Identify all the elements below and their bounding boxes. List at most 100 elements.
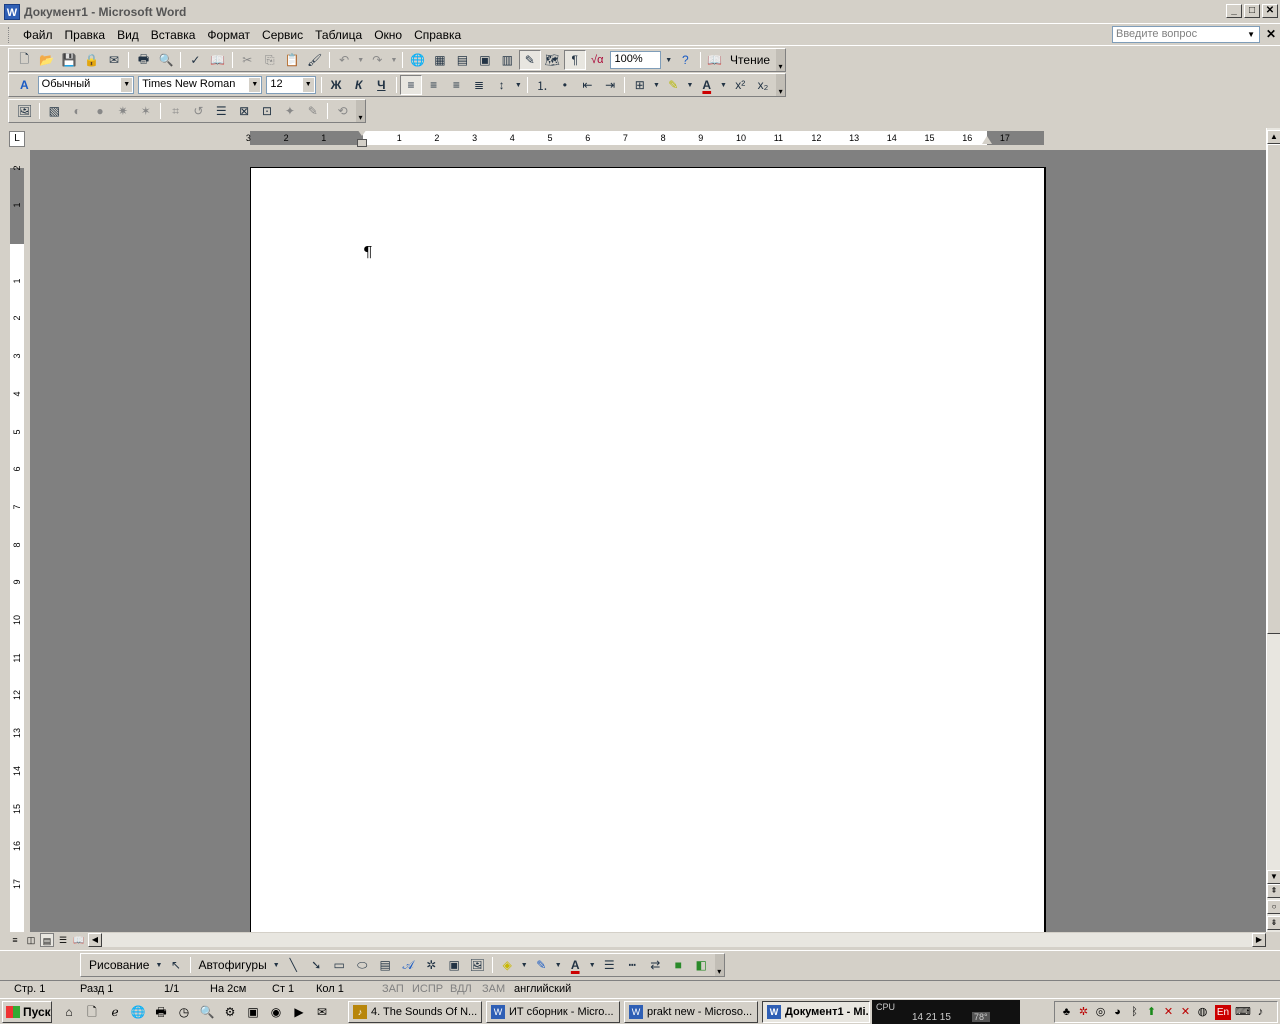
- undo-dropdown-icon[interactable]: ▼: [356, 50, 366, 70]
- color-icon[interactable]: ▧: [43, 101, 65, 121]
- next-page-icon[interactable]: ⇟: [1267, 916, 1280, 930]
- help-icon[interactable]: ?: [675, 50, 696, 70]
- format-picture-icon[interactable]: ✦: [279, 101, 301, 121]
- insert-picture-icon[interactable]: 🖼: [466, 955, 488, 975]
- rectangle-icon[interactable]: ▭: [328, 955, 350, 975]
- reading-layout-button[interactable]: Чтение: [726, 53, 774, 67]
- taskbar-item[interactable]: W prakt new - Microso...: [624, 1001, 758, 1023]
- ask-question-input[interactable]: Введите вопрос ▼: [1112, 26, 1260, 43]
- draw-menu-button[interactable]: Рисование: [85, 958, 153, 972]
- insert-excel-icon[interactable]: ▣: [474, 50, 495, 70]
- superscript-button[interactable]: x²: [729, 75, 751, 95]
- dash-style-icon[interactable]: ┅: [621, 955, 643, 975]
- columns-icon[interactable]: ▥: [497, 50, 518, 70]
- quicklaunch-search-icon[interactable]: 🔍: [198, 1003, 216, 1021]
- spelling-icon[interactable]: ✓: [185, 50, 206, 70]
- status-trk[interactable]: ИСПР: [408, 983, 447, 995]
- reading-layout-icon[interactable]: 📖: [704, 50, 725, 70]
- scroll-up-icon[interactable]: ▲: [1267, 130, 1280, 144]
- font-color-icon[interactable]: A: [564, 955, 586, 975]
- equation-icon[interactable]: √α: [587, 50, 608, 70]
- tray-connection-icon[interactable]: ✕: [1161, 1005, 1176, 1020]
- less-brightness-icon[interactable]: ✶: [135, 101, 157, 121]
- tray-keyboard-icon[interactable]: ⌨: [1235, 1005, 1251, 1020]
- tray-speaker-icon[interactable]: ♪: [1253, 1005, 1268, 1020]
- reading-view-icon[interactable]: 📖: [72, 933, 86, 947]
- vertical-scrollbar[interactable]: ▲ ▼ ⇞ ○ ⇟: [1266, 128, 1280, 932]
- taskbar-item[interactable]: ♪ 4. The Sounds Of N...: [348, 1001, 482, 1023]
- toolbar-options-icon[interactable]: ▾: [776, 49, 785, 71]
- font-size-select[interactable]: 12 ▼: [266, 76, 316, 94]
- new-document-icon[interactable]: 🗋: [14, 50, 35, 70]
- quicklaunch-print-icon[interactable]: 🖶: [152, 1003, 170, 1021]
- tab-selector[interactable]: L: [9, 131, 25, 147]
- tray-disconnected-icon[interactable]: ✕: [1178, 1005, 1193, 1020]
- 3d-style-icon[interactable]: ◧: [690, 955, 712, 975]
- paste-icon[interactable]: 📋: [281, 50, 302, 70]
- document-close-button[interactable]: ✕: [1266, 27, 1276, 41]
- copy-icon[interactable]: ⎘: [259, 50, 280, 70]
- line-color-dropdown-icon[interactable]: ▼: [553, 955, 563, 975]
- highlight-dropdown-icon[interactable]: ▼: [685, 75, 695, 95]
- font-size-dropdown-icon[interactable]: ▼: [302, 78, 314, 92]
- quicklaunch-settings-icon[interactable]: ⚙: [221, 1003, 239, 1021]
- oval-icon[interactable]: ⬭: [351, 955, 373, 975]
- numbering-icon[interactable]: ⒈: [531, 75, 553, 95]
- system-monitor-gadget[interactable]: CPU 14 21 15 78°: [872, 1000, 1020, 1024]
- word-app-icon[interactable]: W: [4, 3, 20, 20]
- quicklaunch-ie-icon[interactable]: ℯ: [106, 1003, 124, 1021]
- align-left-icon[interactable]: ≡: [400, 75, 422, 95]
- menu-format[interactable]: Формат: [201, 28, 256, 42]
- zoom-select[interactable]: 100%: [610, 51, 662, 69]
- right-indent-marker[interactable]: [982, 136, 992, 144]
- autoshapes-button[interactable]: Автофигуры: [194, 958, 270, 972]
- line-style-icon[interactable]: ☰: [210, 101, 232, 121]
- drawing-toggle-icon[interactable]: ✎: [519, 50, 541, 70]
- maximize-button[interactable]: □: [1244, 4, 1260, 18]
- quicklaunch-drive-icon[interactable]: ▣: [244, 1003, 262, 1021]
- email-icon[interactable]: ✉: [103, 50, 124, 70]
- justify-icon[interactable]: ≣: [468, 75, 490, 95]
- previous-page-icon[interactable]: ⇞: [1267, 884, 1280, 898]
- fill-color-icon[interactable]: ◈: [496, 955, 518, 975]
- bullets-icon[interactable]: •: [554, 75, 576, 95]
- left-indent-marker[interactable]: [357, 139, 367, 147]
- wordart-icon[interactable]: 𝒜: [397, 955, 419, 975]
- redo-icon[interactable]: ↷: [367, 50, 388, 70]
- menu-edit[interactable]: Правка: [59, 28, 112, 42]
- quicklaunch-clock-icon[interactable]: ◷: [175, 1003, 193, 1021]
- print-layout-view-icon[interactable]: ▤: [40, 933, 54, 947]
- web-view-icon[interactable]: ◫: [24, 933, 38, 947]
- style-dropdown-icon[interactable]: ▼: [121, 78, 133, 92]
- insert-table-icon[interactable]: ▤: [452, 50, 473, 70]
- menu-window[interactable]: Окно: [368, 28, 408, 42]
- menu-file[interactable]: Файл: [17, 28, 59, 42]
- format-painter-icon[interactable]: 🖌: [304, 50, 325, 70]
- toolbar-options-icon[interactable]: ▾: [776, 74, 786, 96]
- toolbar-options-icon[interactable]: ▾: [356, 100, 365, 122]
- quicklaunch-media-icon[interactable]: ◉: [267, 1003, 285, 1021]
- align-center-icon[interactable]: ≡: [423, 75, 445, 95]
- status-rec[interactable]: ЗАП: [378, 983, 408, 995]
- start-button[interactable]: Пуск: [2, 1001, 52, 1023]
- italic-button[interactable]: К: [348, 75, 370, 95]
- tray-network-icon[interactable]: ◎: [1093, 1005, 1108, 1020]
- save-icon[interactable]: 💾: [58, 50, 79, 70]
- reset-picture-icon[interactable]: ⟲: [332, 101, 354, 121]
- more-brightness-icon[interactable]: ✷: [112, 101, 134, 121]
- font-select[interactable]: Times New Roman ▼: [138, 76, 263, 94]
- text-box-icon[interactable]: ▤: [374, 955, 396, 975]
- scroll-down-icon[interactable]: ▼: [1267, 870, 1280, 884]
- more-contrast-icon[interactable]: ◐: [66, 101, 88, 121]
- underline-button[interactable]: Ч: [371, 75, 393, 95]
- status-ext[interactable]: ВДЛ: [446, 983, 476, 995]
- menu-grip[interactable]: [8, 26, 11, 43]
- increase-indent-icon[interactable]: ⇥: [599, 75, 621, 95]
- taskbar-item-active[interactable]: W Документ1 - Mi...: [762, 1001, 870, 1023]
- shadow-style-icon[interactable]: ■: [667, 955, 689, 975]
- quicklaunch-messenger-icon[interactable]: ✉: [313, 1003, 331, 1021]
- rotate-icon[interactable]: ↺: [188, 101, 210, 121]
- diagram-icon[interactable]: ✲: [420, 955, 442, 975]
- subscript-button[interactable]: x₂: [752, 75, 774, 95]
- menu-table[interactable]: Таблица: [309, 28, 368, 42]
